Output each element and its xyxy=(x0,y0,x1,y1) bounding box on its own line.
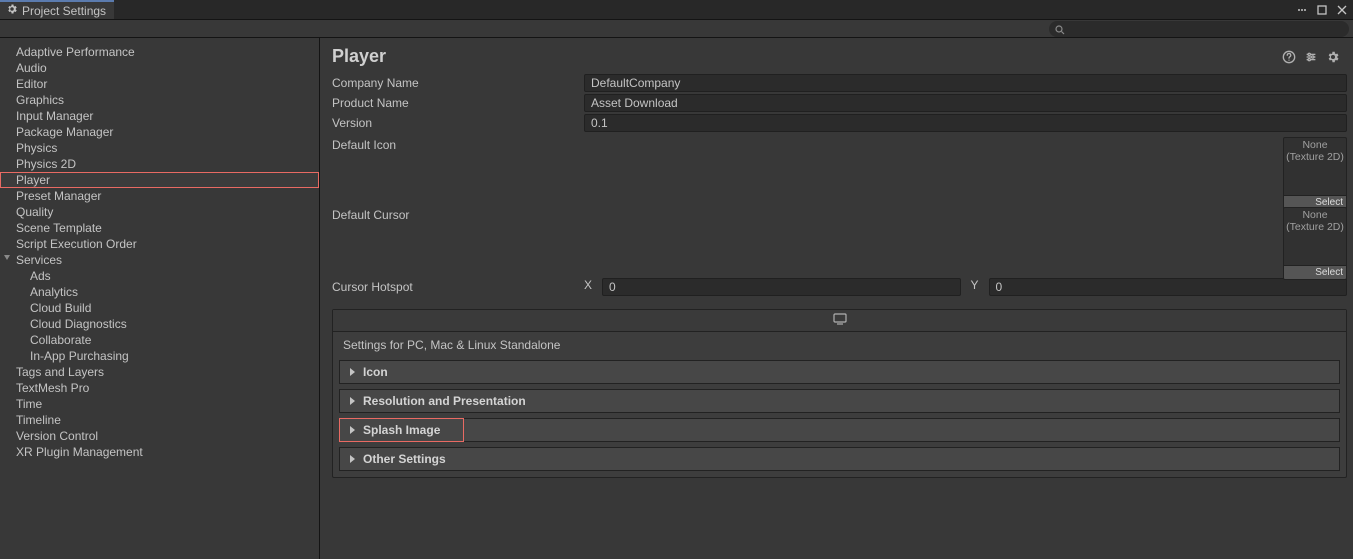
close-icon[interactable] xyxy=(1335,3,1349,17)
company-name-label: Company Name xyxy=(332,76,580,90)
sidebar-item-textmesh-pro[interactable]: TextMesh Pro xyxy=(0,380,319,396)
platform-settings-panel: Settings for PC, Mac & Linux Standalone … xyxy=(332,309,1347,478)
window-controls xyxy=(1295,0,1353,19)
sidebar-item-scene-template[interactable]: Scene Template xyxy=(0,220,319,236)
version-input[interactable] xyxy=(584,114,1347,132)
foldout-resolution[interactable]: Resolution and Presentation xyxy=(339,389,1340,413)
sidebar-item-cloud-build[interactable]: Cloud Build xyxy=(0,300,319,316)
sidebar-item-time[interactable]: Time xyxy=(0,396,319,412)
foldout-title: Resolution and Presentation xyxy=(363,394,526,408)
settings-caption: Settings for PC, Mac & Linux Standalone xyxy=(333,332,1346,360)
sidebar-item-audio[interactable]: Audio xyxy=(0,60,319,76)
sidebar-item-physics-2d[interactable]: Physics 2D xyxy=(0,156,319,172)
settings-content: Player Company Name Product Name xyxy=(320,38,1353,559)
hotspot-y-label: Y xyxy=(967,278,983,296)
hotspot-x-input[interactable] xyxy=(602,278,961,296)
platform-tabs xyxy=(333,310,1346,332)
sidebar-item-tags-and-layers[interactable]: Tags and Layers xyxy=(0,364,319,380)
sidebar-item-script-execution-order[interactable]: Script Execution Order xyxy=(0,236,319,252)
foldout-title: Icon xyxy=(363,365,388,379)
sidebar-item-services[interactable]: Services xyxy=(0,252,319,268)
sidebar-item-quality[interactable]: Quality xyxy=(0,204,319,220)
sidebar-item-analytics[interactable]: Analytics xyxy=(0,284,319,300)
sidebar-item-adaptive-performance[interactable]: Adaptive Performance xyxy=(0,44,319,60)
hotspot-y-input[interactable] xyxy=(989,278,1348,296)
texture-none-label: None xyxy=(1302,209,1327,221)
sidebar-item-graphics[interactable]: Graphics xyxy=(0,92,319,108)
more-icon[interactable] xyxy=(1295,3,1309,17)
sidebar-item-physics[interactable]: Physics xyxy=(0,140,319,156)
settings-gear-icon[interactable] xyxy=(1325,49,1341,65)
sidebar-item-timeline[interactable]: Timeline xyxy=(0,412,319,428)
foldout-splash-image[interactable]: Splash Image xyxy=(339,418,464,442)
search-row xyxy=(0,20,1353,38)
texture-type-label: (Texture 2D) xyxy=(1286,151,1344,163)
foldout-title: Splash Image xyxy=(363,423,440,437)
default-cursor-select-button[interactable]: Select xyxy=(1283,266,1347,280)
window-title: Project Settings xyxy=(22,4,106,18)
sidebar-item-ads[interactable]: Ads xyxy=(0,268,319,284)
sidebar-item-xr-plugin-management[interactable]: XR Plugin Management xyxy=(0,444,319,460)
search-input[interactable] xyxy=(1049,21,1349,37)
chevron-right-icon xyxy=(350,397,355,405)
chevron-right-icon xyxy=(350,426,355,434)
default-icon-slot[interactable]: None(Texture 2D) Select xyxy=(1283,137,1347,210)
texture-none-label: None xyxy=(1302,139,1327,151)
settings-sidebar: Adaptive Performance Audio Editor Graphi… xyxy=(0,38,320,559)
product-name-input[interactable] xyxy=(584,94,1347,112)
sidebar-item-input-manager[interactable]: Input Manager xyxy=(0,108,319,124)
default-icon-label: Default Icon xyxy=(332,137,580,152)
foldout-other-settings[interactable]: Other Settings xyxy=(339,447,1340,471)
sidebar-item-preset-manager[interactable]: Preset Manager xyxy=(0,188,319,204)
hotspot-x-label: X xyxy=(580,278,596,296)
chevron-right-icon xyxy=(350,368,355,376)
default-cursor-label: Default Cursor xyxy=(332,207,580,222)
foldout-title: Other Settings xyxy=(363,452,446,466)
sidebar-item-label: Services xyxy=(16,253,62,267)
chevron-down-icon xyxy=(4,255,10,260)
product-name-label: Product Name xyxy=(332,96,580,110)
sidebar-item-cloud-diagnostics[interactable]: Cloud Diagnostics xyxy=(0,316,319,332)
project-settings-tab[interactable]: Project Settings xyxy=(0,0,114,19)
default-cursor-slot[interactable]: None(Texture 2D) Select xyxy=(1283,207,1347,280)
sidebar-item-version-control[interactable]: Version Control xyxy=(0,428,319,444)
chevron-right-icon xyxy=(350,455,355,463)
page-title: Player xyxy=(332,46,386,67)
maximize-icon[interactable] xyxy=(1315,3,1329,17)
cursor-hotspot-label: Cursor Hotspot xyxy=(332,280,580,294)
sidebar-item-in-app-purchasing[interactable]: In-App Purchasing xyxy=(0,348,319,364)
help-icon[interactable] xyxy=(1281,49,1297,65)
window-tab-strip: Project Settings xyxy=(0,0,1353,20)
foldout-icon[interactable]: Icon xyxy=(339,360,1340,384)
version-label: Version xyxy=(332,116,580,130)
preset-icon[interactable] xyxy=(1303,49,1319,65)
gear-icon xyxy=(6,3,18,18)
texture-type-label: (Texture 2D) xyxy=(1286,221,1344,233)
sidebar-item-package-manager[interactable]: Package Manager xyxy=(0,124,319,140)
sidebar-item-editor[interactable]: Editor xyxy=(0,76,319,92)
foldout-splash-row-remainder[interactable] xyxy=(464,418,1340,442)
company-name-input[interactable] xyxy=(584,74,1347,92)
standalone-platform-icon[interactable] xyxy=(832,313,848,328)
sidebar-item-collaborate[interactable]: Collaborate xyxy=(0,332,319,348)
sidebar-item-player[interactable]: Player xyxy=(0,172,319,188)
content-header: Player xyxy=(320,38,1353,73)
